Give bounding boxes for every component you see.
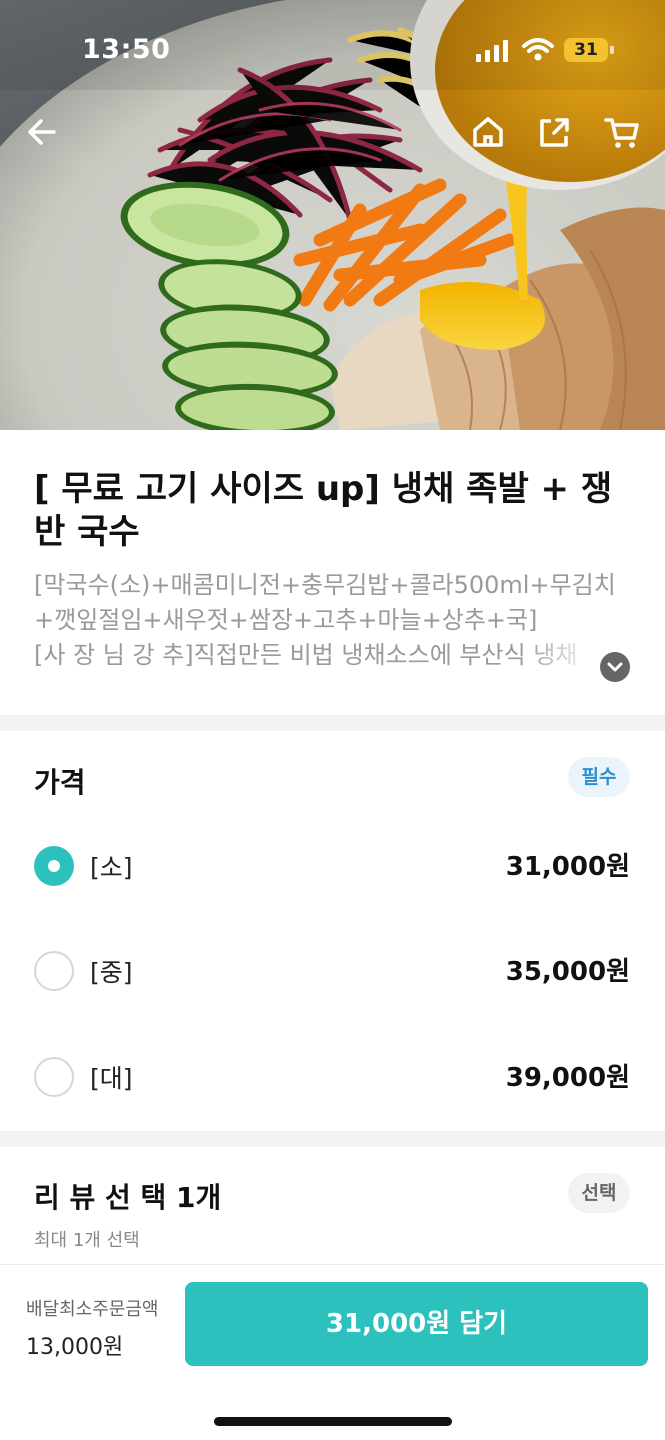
menu-detail-page: 13:50 31 [무료 고기 사이즈 up] 냉채 족발 + 쟁반 국수 [… <box>0 0 665 1440</box>
required-badge: 필수 <box>568 757 630 797</box>
review-option-group: 리 뷰 선 택 1개 선택 최대 1개 선택 <box>0 1148 665 1268</box>
description-line: [막국수(소)+매콤미니전+충무김밥+콜라500ml+무김치 <box>34 571 616 599</box>
cart-icon <box>604 118 639 148</box>
option-label: [소] <box>90 853 133 882</box>
cart-button[interactable] <box>602 112 642 152</box>
option-price: 35,000원 <box>505 957 630 987</box>
price-option-group: 가격 필수 [소] 31,000원 [중] 35,000원 [대] 39,000… <box>0 731 665 1131</box>
product-title: [ 무료 고기 사이즈 up] 냉채 족발 + 쟁반 국수 <box>34 469 613 552</box>
status-icons: 31 <box>476 36 626 64</box>
price-option-small[interactable]: [소] 31,000원 <box>0 826 665 906</box>
min-order-label: 배달최소주문금액 <box>26 1299 159 1320</box>
bottom-order-bar: 배달최소주문금액 13,000원 31,000원 담기 <box>0 1264 665 1440</box>
option-price: 39,000원 <box>505 1063 630 1093</box>
add-to-cart-button[interactable]: 31,000원 담기 <box>185 1282 648 1366</box>
review-section-title: 리 뷰 선 택 1개 <box>34 1181 222 1214</box>
status-time: 13:50 <box>82 34 171 65</box>
price-option-medium[interactable]: [중] 35,000원 <box>0 931 665 1011</box>
back-arrow-icon <box>28 119 56 145</box>
price-option-large[interactable]: [대] 39,000원 <box>0 1037 665 1117</box>
section-divider <box>0 715 665 731</box>
section-divider <box>0 1131 665 1147</box>
min-order-value: 13,000원 <box>26 1335 124 1360</box>
radio-button-checked[interactable] <box>34 846 74 886</box>
status-bar: 13:50 31 <box>0 0 665 100</box>
optional-badge: 선택 <box>568 1173 630 1213</box>
review-section-subtitle: 최대 1개 선택 <box>34 1230 140 1251</box>
chevron-down-icon <box>607 662 623 672</box>
battery-cap <box>610 46 614 54</box>
description-line: [사 장 님 강 추]직접만든 비법 냉채소스에 부산식 냉채 <box>34 641 578 669</box>
description-line: +깻잎절임+새우젓+쌈장+고추+마늘+상추+국] <box>34 606 538 634</box>
home-button[interactable] <box>468 112 508 152</box>
home-icon <box>473 117 503 147</box>
expand-description-button[interactable] <box>600 652 630 682</box>
product-info: [ 무료 고기 사이즈 up] 냉채 족발 + 쟁반 국수 [막국수(소)+매콤… <box>0 430 665 715</box>
wifi-icon <box>522 38 554 61</box>
share-button[interactable] <box>535 112 575 152</box>
signal-icon <box>476 40 508 62</box>
battery-icon: 31 <box>564 38 608 62</box>
option-label: [대] <box>90 1064 133 1093</box>
product-hero-image: 13:50 31 <box>0 0 665 430</box>
option-label: [중] <box>90 958 133 987</box>
home-indicator[interactable] <box>214 1417 452 1426</box>
description-fade <box>520 642 600 682</box>
option-price: 31,000원 <box>505 852 630 882</box>
radio-button[interactable] <box>34 951 74 991</box>
back-button[interactable] <box>22 112 62 152</box>
share-icon <box>540 118 569 147</box>
radio-button[interactable] <box>34 1057 74 1097</box>
price-section-title: 가격 <box>34 766 86 799</box>
